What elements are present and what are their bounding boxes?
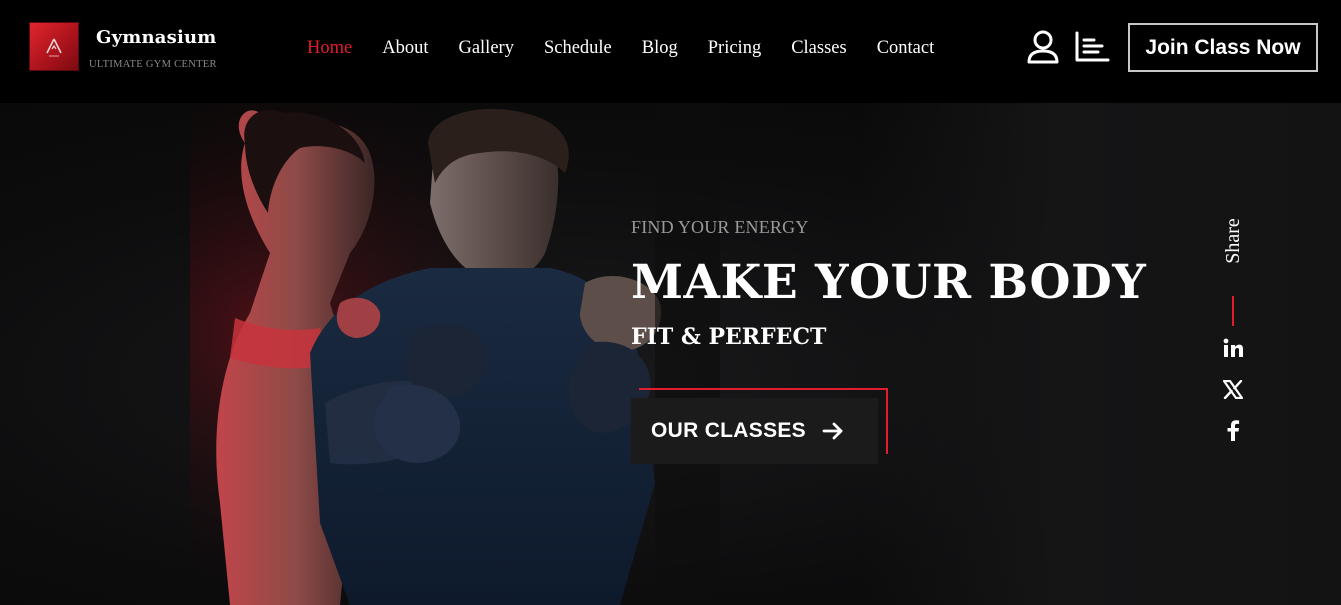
brand-logo[interactable] <box>29 22 79 71</box>
nav-item-gallery[interactable]: Gallery <box>458 37 513 59</box>
our-classes-label: OUR CLASSES <box>651 419 806 442</box>
share-facebook-button[interactable] <box>1221 418 1245 442</box>
nav-item-schedule[interactable]: Schedule <box>544 37 612 59</box>
main-nav: Home About Gallery Schedule Blog Pricing… <box>307 37 964 59</box>
facebook-icon <box>1227 420 1240 441</box>
nav-item-blog[interactable]: Blog <box>642 37 678 59</box>
x-icon <box>1223 379 1243 399</box>
nav-item-contact[interactable]: Contact <box>877 37 935 59</box>
share-label: Share <box>1222 218 1244 264</box>
nav-item-pricing[interactable]: Pricing <box>708 37 761 59</box>
arrow-right-icon <box>822 421 844 441</box>
join-class-button[interactable]: Join Class Now <box>1128 23 1318 72</box>
linkedin-icon <box>1223 338 1243 357</box>
hero-athletes-image <box>190 103 720 605</box>
nav-item-about[interactable]: About <box>382 37 428 59</box>
user-icon <box>1027 30 1059 64</box>
site-header: Gymnasium ULTIMATE GYM CENTER Home About… <box>0 0 1341 103</box>
nav-item-home[interactable]: Home <box>307 37 352 59</box>
logo-mark-icon <box>46 38 62 56</box>
menu-toggle-button[interactable] <box>1074 29 1110 65</box>
hero-eyebrow: FIND YOUR ENERGY <box>631 217 809 237</box>
share-x-button[interactable] <box>1221 377 1245 401</box>
nav-item-classes[interactable]: Classes <box>791 37 847 59</box>
hero-headline: MAKE YOUR BODY <box>631 255 1147 310</box>
share-divider <box>1232 296 1234 326</box>
brand-tagline: ULTIMATE GYM CENTER <box>89 59 217 70</box>
hero-subhead: FIT & PERFECT <box>631 324 827 350</box>
share-linkedin-button[interactable] <box>1221 336 1245 360</box>
hero-background-shade <box>860 103 1341 605</box>
bars-left-icon <box>1075 31 1110 62</box>
brand-name[interactable]: Gymnasium <box>96 27 217 48</box>
hero-section: FIND YOUR ENERGY MAKE YOUR BODY FIT & PE… <box>0 103 1341 605</box>
user-account-button[interactable] <box>1025 29 1061 65</box>
our-classes-button[interactable]: OUR CLASSES <box>631 398 878 464</box>
